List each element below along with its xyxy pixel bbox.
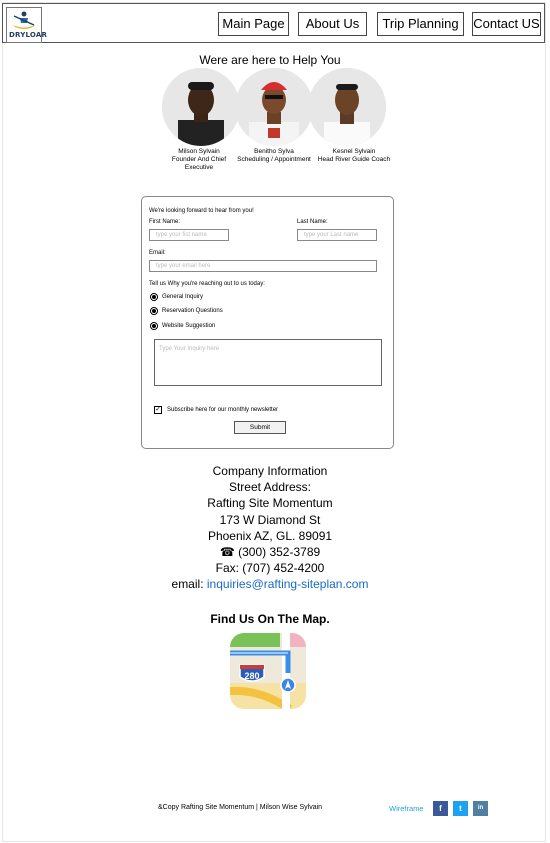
nav-trip-planning[interactable]: Trip Planning bbox=[377, 12, 464, 36]
email-line: email: inquiries@rafting-siteplan.com bbox=[0, 576, 540, 592]
maps-app-icon[interactable]: 280 bbox=[230, 633, 306, 709]
map-heading: Find Us On The Map. bbox=[210, 612, 330, 626]
site-name: Rafting Site Momentum bbox=[207, 496, 333, 511]
member-role: Founder And Chief Executive bbox=[171, 156, 227, 171]
instagram-icon[interactable]: in bbox=[473, 801, 488, 816]
radio-label: General Inquiry bbox=[162, 294, 204, 300]
kayaker-icon bbox=[13, 11, 35, 29]
newsletter-label: Subscribe here for our monthly newslette… bbox=[167, 407, 279, 413]
avatar-milson bbox=[162, 68, 240, 146]
member-caption-kesnel: Kesnel Sylvain Head River Guide Coach bbox=[309, 148, 399, 164]
avatar-kesnel bbox=[308, 68, 386, 146]
email-label: Email: bbox=[149, 250, 166, 256]
radio-general-inquiry[interactable] bbox=[150, 293, 158, 301]
wireframe-link[interactable]: Wireframe bbox=[389, 804, 424, 813]
top-nav: DRYLOAR Main Page About Us Trip Planning… bbox=[2, 3, 545, 43]
member-role: Head River Guide Coach bbox=[317, 156, 391, 163]
avatar-benitho bbox=[235, 68, 313, 146]
inquiry-textarea[interactable]: Type Your Inquiry here bbox=[154, 339, 382, 386]
facebook-icon[interactable]: f bbox=[433, 801, 448, 816]
nav-contact-us[interactable]: Contact US bbox=[472, 12, 541, 36]
submit-button[interactable]: Submit bbox=[234, 421, 286, 434]
first-name-field[interactable]: type your fist name bbox=[149, 229, 229, 241]
member-role: Scheduling / Appointment bbox=[237, 156, 311, 163]
company-title: Company Information bbox=[212, 464, 328, 478]
radio-label: Reservation Questions bbox=[162, 308, 223, 314]
radio-website-suggestion[interactable] bbox=[150, 322, 158, 330]
first-name-label: First Name: bbox=[149, 219, 181, 225]
street-address: 173 W Diamond St bbox=[219, 512, 321, 527]
email-label: email: bbox=[171, 577, 204, 592]
city-address: Phoenix AZ, GL. 89091 bbox=[207, 528, 333, 543]
fax-line: Fax: (707) 452-4200 bbox=[215, 561, 325, 576]
member-name: Benitho Sylva bbox=[254, 148, 294, 155]
company-info: Company Information Street Address: Raft… bbox=[0, 463, 540, 593]
nav-about-us[interactable]: About Us bbox=[298, 12, 367, 36]
last-name-field[interactable]: type your Last name bbox=[297, 229, 377, 241]
twitter-icon[interactable]: t bbox=[453, 801, 468, 816]
phone-number: (300) 352-3789 bbox=[238, 545, 321, 560]
nav-main-page[interactable]: Main Page bbox=[218, 12, 289, 36]
email-link[interactable]: inquiries@rafting-siteplan.com bbox=[207, 577, 369, 591]
member-name: Kesnel Sylvain bbox=[332, 148, 376, 155]
phone-icon: ☎ bbox=[219, 545, 235, 560]
last-name-label: Last Name: bbox=[297, 219, 328, 225]
logo-text: DRYLOAR bbox=[9, 31, 48, 39]
phone-line: ☎ (300) 352-3789 bbox=[0, 544, 540, 560]
form-intro: We're looking forward to hear from you! bbox=[149, 208, 254, 214]
copyright-text: &Copy Rafting Site Momentum | Milson Wis… bbox=[158, 804, 323, 811]
route-number: 280 bbox=[244, 671, 259, 681]
contact-form: We're looking forward to hear from you! … bbox=[141, 196, 394, 449]
member-caption-benitho: Benitho Sylva Scheduling / Appointment bbox=[229, 148, 319, 164]
newsletter-checkbox[interactable]: ✓ bbox=[154, 406, 162, 414]
help-heading: Were are here to Help You bbox=[199, 53, 341, 67]
site-logo[interactable]: DRYLOAR bbox=[6, 7, 48, 43]
street-label: Street Address: bbox=[228, 480, 312, 495]
reason-label: Tell us Why you're reaching out to us to… bbox=[149, 281, 265, 287]
radio-reservation-questions[interactable] bbox=[150, 307, 158, 315]
radio-label: Website Suggestion bbox=[162, 323, 216, 329]
email-field[interactable]: type your email here bbox=[149, 260, 377, 272]
